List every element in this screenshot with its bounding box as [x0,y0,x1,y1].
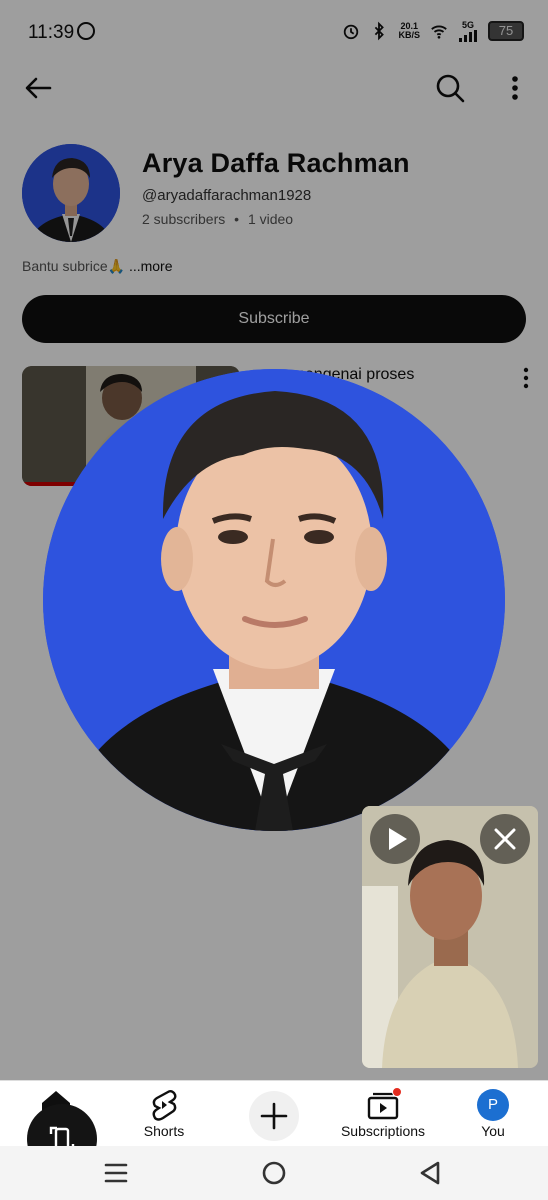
play-icon [389,828,407,850]
nav-you[interactable]: P You [443,1081,543,1147]
plus-icon [260,1102,288,1130]
nav-create[interactable] [224,1081,324,1147]
mini-player-close-button[interactable] [480,814,530,864]
create-button[interactable] [249,1091,299,1141]
nav-you-label: You [481,1123,505,1139]
nav-shorts[interactable]: Shorts [114,1081,214,1147]
nav-subscriptions[interactable]: Subscriptions [333,1081,433,1147]
you-avatar: P [477,1089,509,1121]
notification-dot [392,1087,402,1097]
close-icon [494,828,516,850]
home-circle-icon[interactable] [259,1160,289,1186]
back-triangle-icon[interactable] [416,1160,446,1186]
avatar-enlarged [43,369,505,831]
recents-icon[interactable] [101,1160,131,1186]
system-navigation-bar [0,1146,548,1200]
mini-player-play-button[interactable] [370,814,420,864]
mini-player[interactable] [362,806,538,1068]
nav-subscriptions-label: Subscriptions [340,1123,426,1139]
shorts-icon [152,1090,177,1121]
nav-shorts-label: Shorts [143,1123,185,1139]
avatar-enlarged-image [43,369,505,831]
